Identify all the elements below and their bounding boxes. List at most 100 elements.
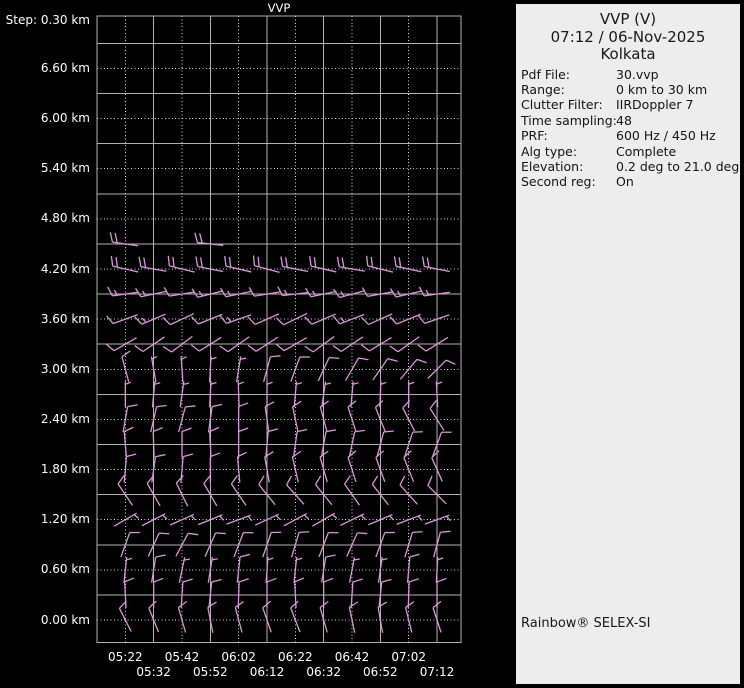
wind-barb-staff <box>284 313 307 324</box>
wind-barb-half-tick <box>152 356 157 359</box>
plot-title: VVP <box>239 2 319 15</box>
wind-barb-full-tick <box>342 258 344 268</box>
wind-barb-full-tick <box>163 318 170 325</box>
info-label: Alg type: <box>521 144 616 159</box>
x-axis-tick-label: 06:02 <box>209 651 269 664</box>
wind-barb-full-tick <box>168 256 169 266</box>
wind-barb-staff <box>181 356 183 382</box>
wind-barb-full-tick <box>297 429 307 431</box>
y-axis-tick-label: 3.00 km <box>0 363 90 376</box>
info-row: Second reg:On <box>521 174 740 189</box>
wind-barb-full-tick <box>122 351 130 357</box>
wind-barb-half-tick <box>126 558 132 559</box>
info-label: Pdf File: <box>521 67 616 82</box>
wind-barb-full-tick <box>200 233 202 243</box>
wind-barb-full-tick <box>324 578 334 582</box>
y-axis-tick-label: 3.60 km <box>0 313 90 326</box>
wind-barb-full-tick <box>276 318 283 325</box>
wind-barb-full-tick <box>188 533 198 534</box>
info-label: Elevation: <box>521 159 616 174</box>
wind-barb-full-tick <box>118 476 124 484</box>
wind-barb-full-tick <box>326 555 336 557</box>
wind-barb-half-tick <box>313 291 316 296</box>
wind-barb-half-tick <box>267 382 273 384</box>
wind-barb-full-tick <box>212 404 222 406</box>
wind-barb-full-tick <box>183 454 193 457</box>
info-label: Clutter Filter: <box>521 97 616 112</box>
wind-barb-full-tick <box>110 232 112 242</box>
wind-barb-full-tick <box>372 476 377 485</box>
wind-barb-full-tick <box>359 358 369 360</box>
wind-barb-full-tick <box>235 602 243 608</box>
wind-barb-full-tick <box>128 405 138 407</box>
wind-barb-full-tick <box>239 428 249 432</box>
info-label: Second reg: <box>521 174 616 189</box>
y-axis-tick-label: 4.80 km <box>0 212 90 225</box>
wind-barb-full-tick <box>409 579 419 582</box>
wind-barb-full-tick <box>349 602 358 607</box>
x-axis-tick-label: 05:32 <box>124 666 184 679</box>
wind-barb-full-tick <box>268 429 278 432</box>
wind-barb-full-tick <box>106 344 114 350</box>
wind-barb-full-tick <box>144 258 146 268</box>
x-axis-tick-label: 05:22 <box>95 651 155 664</box>
wind-barb-full-tick <box>410 554 420 557</box>
wind-barb-full-tick <box>259 476 264 485</box>
x-axis-tick-label: 07:12 <box>407 666 467 679</box>
wind-barb-full-tick <box>156 555 166 557</box>
wind-barb-full-tick <box>220 316 226 324</box>
wind-barb-half-tick <box>296 383 302 385</box>
wind-barb-full-tick <box>345 476 351 484</box>
wind-barb-full-tick <box>390 346 398 352</box>
wind-barb-half-tick <box>409 382 415 384</box>
wind-barb-full-tick <box>229 257 230 267</box>
wind-barb-full-tick <box>287 476 292 485</box>
y-axis-tick-label: 6.00 km <box>0 112 90 125</box>
wind-barb-full-tick <box>320 451 328 457</box>
wind-barb-full-tick <box>126 454 136 457</box>
info-row: Elevation:0.2 deg to 21.0 deg <box>521 159 740 174</box>
wind-barb-full-tick <box>111 256 112 266</box>
wind-barb-half-tick <box>296 558 302 559</box>
wind-barb-staff <box>351 582 353 608</box>
wind-barb-full-tick <box>305 317 312 324</box>
wind-barb-full-tick <box>337 257 339 267</box>
wind-barb-full-tick <box>281 257 283 267</box>
wind-barb-half-tick <box>398 291 401 296</box>
wind-barb-full-tick <box>239 403 249 407</box>
wind-barb-full-tick <box>135 346 143 352</box>
y-axis-tick-label: 0.00 km <box>0 614 90 627</box>
wind-barb-full-tick <box>154 578 164 582</box>
wind-barb-full-tick <box>225 256 226 266</box>
info-value: IIRDoppler 7 <box>616 97 693 112</box>
wind-barb-half-tick <box>353 383 359 385</box>
wind-barb-staff <box>339 267 365 272</box>
wind-barb-full-tick <box>248 345 256 351</box>
wind-barb-half-tick <box>212 559 218 560</box>
wind-barb-full-tick <box>299 532 309 533</box>
vvp-chart-svg <box>0 0 516 688</box>
x-axis-tick-label: 06:12 <box>237 666 297 679</box>
info-value: Complete <box>616 144 676 159</box>
wind-barb-full-tick <box>423 257 425 267</box>
wind-barb-staff <box>408 582 409 608</box>
wind-barb-full-tick <box>427 257 429 267</box>
wind-barb-full-tick <box>412 532 422 533</box>
wind-barb-full-tick <box>267 578 277 582</box>
wind-barb-full-tick <box>254 256 255 266</box>
wind-barb-half-tick <box>438 558 444 560</box>
branding-text: Rainbow® SELEX-SI <box>521 616 651 631</box>
product-info-list: Pdf File:30.vvpRange:0 km to 30 kmClutte… <box>516 67 740 190</box>
info-row: Clutter Filter:IIRDoppler 7 <box>521 97 740 112</box>
wind-barb-full-tick <box>196 257 198 267</box>
wind-barb-staff <box>125 582 126 608</box>
wind-barb-half-tick <box>447 516 451 520</box>
wind-barb-full-tick <box>248 317 255 324</box>
wind-barb-staff <box>400 359 417 379</box>
info-value: 48 <box>616 113 632 128</box>
wind-barb-full-tick <box>388 359 398 362</box>
wind-barb-full-tick <box>159 533 169 534</box>
y-axis-tick-label: 0.60 km <box>0 563 90 576</box>
wind-barb-full-tick <box>437 578 447 582</box>
product-datetime: 07:12 / 06-Nov-2025 <box>516 29 740 47</box>
